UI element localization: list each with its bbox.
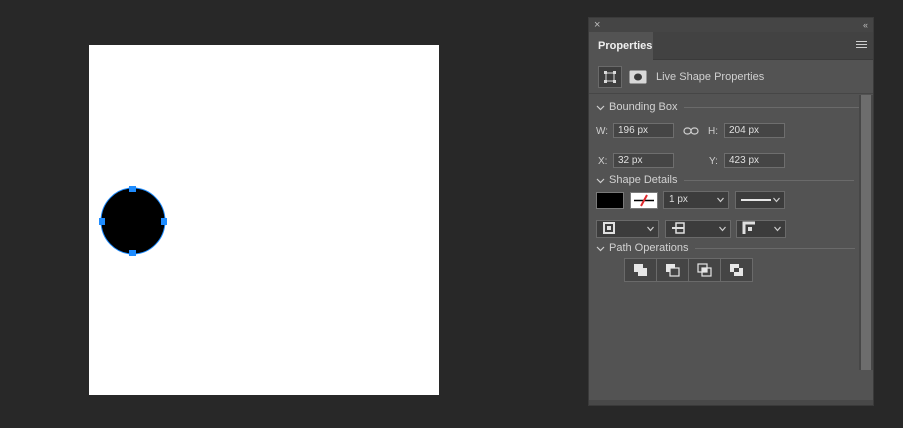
chevron-down-icon bbox=[596, 246, 605, 251]
section-rule bbox=[694, 247, 855, 249]
chevron-down-icon bbox=[647, 226, 654, 232]
path-operations-group bbox=[624, 258, 753, 282]
panel-scrollbar[interactable] bbox=[859, 95, 873, 370]
panel-tab-row: Properties bbox=[589, 32, 873, 60]
x-label: X: bbox=[598, 156, 608, 167]
tab-properties[interactable]: Properties bbox=[589, 32, 653, 60]
subtract-front-shape-button[interactable] bbox=[656, 258, 689, 282]
scrollbar-thumb[interactable] bbox=[861, 95, 871, 370]
height-label: H: bbox=[708, 126, 718, 137]
y-field[interactable]: 423 px bbox=[724, 153, 785, 168]
intersect-shape-areas-button[interactable] bbox=[688, 258, 721, 282]
chevron-down-icon bbox=[773, 197, 780, 203]
line-join-icon bbox=[742, 221, 755, 234]
combine-shapes-icon bbox=[633, 264, 647, 276]
section-bounding-box[interactable]: Bounding Box bbox=[596, 101, 859, 113]
section-rule bbox=[683, 179, 854, 181]
line-join-dropdown[interactable] bbox=[736, 220, 786, 238]
stroke-width-dropdown[interactable]: 1 px bbox=[663, 191, 729, 209]
section-rule bbox=[683, 106, 859, 108]
properties-type-row: Live Shape Properties bbox=[598, 65, 764, 89]
exclude-overlapping-shapes-button[interactable] bbox=[720, 258, 753, 282]
live-shape-properties-icon[interactable] bbox=[626, 66, 650, 88]
line-cap-dropdown[interactable] bbox=[665, 220, 731, 238]
live-shape-properties-label: Live Shape Properties bbox=[656, 71, 765, 83]
ellipse-shape[interactable] bbox=[99, 186, 167, 256]
panel-resize-bar[interactable] bbox=[589, 400, 873, 405]
left-anchor-handle bbox=[99, 218, 105, 225]
stroke-color-swatch[interactable] bbox=[630, 192, 658, 209]
stroke-align-dropdown[interactable] bbox=[596, 220, 659, 238]
section-path-operations[interactable]: Path Operations bbox=[596, 242, 855, 254]
solid-line-icon bbox=[741, 199, 771, 201]
width-label: W: bbox=[596, 126, 609, 137]
document-canvas[interactable] bbox=[89, 45, 439, 395]
panel-titlebar: × ‹‹ bbox=[589, 18, 873, 32]
transform-properties-icon[interactable] bbox=[598, 66, 622, 88]
stroke-width-value: 1 px bbox=[669, 194, 688, 205]
width-field[interactable]: 196 px bbox=[613, 123, 674, 138]
intersect-shape-areas-icon bbox=[696, 263, 712, 277]
properties-panel: × ‹‹ Properties Live Shape Properties Bo… bbox=[588, 17, 874, 406]
line-cap-icon bbox=[672, 222, 685, 234]
section-title: Bounding Box bbox=[609, 101, 678, 113]
x-field[interactable]: 32 px bbox=[613, 153, 674, 168]
chevron-down-icon bbox=[719, 226, 726, 232]
section-title: Path Operations bbox=[609, 242, 689, 254]
subtract-front-shape-icon bbox=[665, 264, 680, 277]
fill-color-swatch[interactable] bbox=[596, 192, 624, 209]
bottom-anchor-handle bbox=[129, 250, 136, 256]
chevron-down-icon bbox=[717, 197, 724, 203]
close-panel-button[interactable]: × bbox=[594, 18, 600, 32]
chevron-down-icon bbox=[774, 226, 781, 232]
chevron-down-icon bbox=[596, 178, 605, 183]
divider bbox=[589, 93, 873, 94]
exclude-overlapping-shapes-icon bbox=[729, 264, 743, 276]
height-field[interactable]: 204 px bbox=[724, 123, 785, 138]
chevron-down-icon bbox=[596, 105, 605, 110]
combine-shapes-button[interactable] bbox=[624, 258, 657, 282]
stroke-align-inside-icon bbox=[603, 222, 615, 234]
top-anchor-handle bbox=[129, 186, 136, 192]
no-stroke-icon bbox=[634, 194, 654, 207]
stroke-style-dropdown[interactable] bbox=[735, 191, 785, 209]
hamburger-menu-icon[interactable] bbox=[856, 41, 867, 50]
right-anchor-handle bbox=[161, 218, 167, 225]
link-dimensions-icon[interactable] bbox=[683, 126, 699, 136]
section-title: Shape Details bbox=[609, 174, 678, 186]
collapse-panel-button[interactable]: ‹‹ bbox=[863, 18, 868, 32]
section-shape-details[interactable]: Shape Details bbox=[596, 174, 854, 186]
y-label: Y: bbox=[709, 156, 718, 167]
